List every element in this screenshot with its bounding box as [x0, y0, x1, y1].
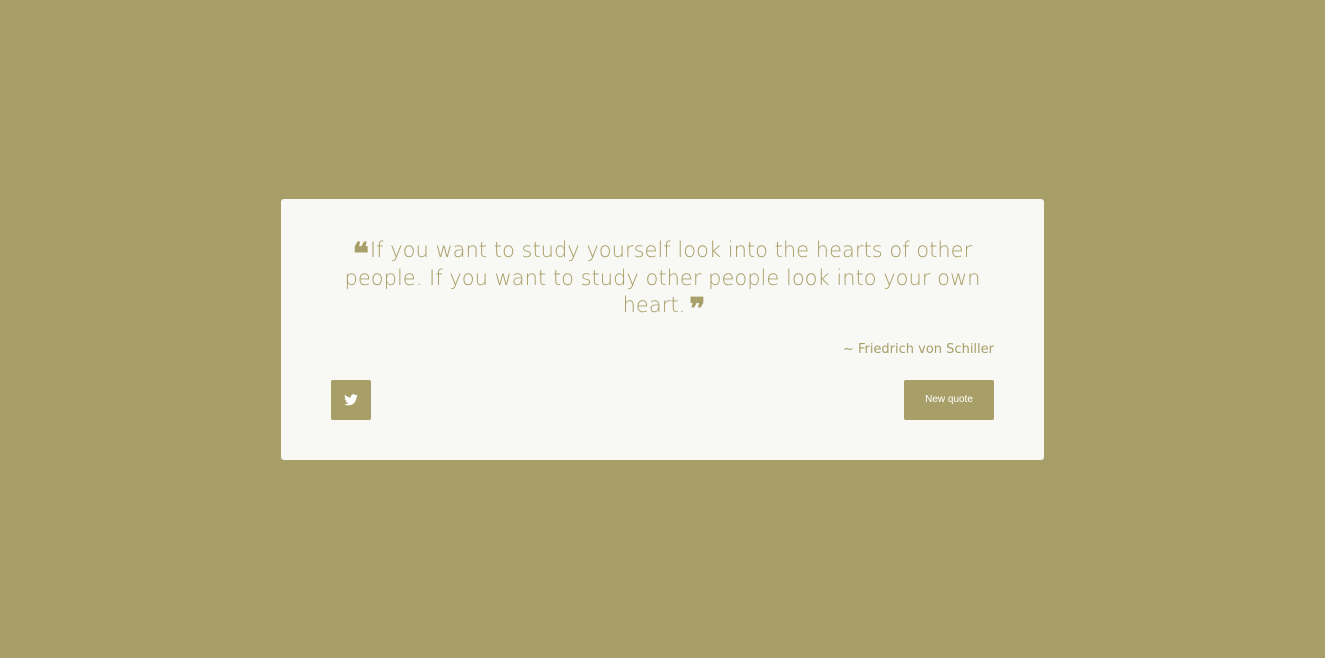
close-quote-icon: ❞ [689, 292, 705, 327]
quote-text: ❝ If you want to study yourself look into… [331, 237, 994, 327]
quote-card: ❝ If you want to study yourself look into… [281, 199, 1044, 460]
quote-body: If you want to study yourself look into … [344, 238, 981, 317]
open-quote-icon: ❝ [352, 237, 369, 272]
quote-author: ~ Friedrich von Schiller [842, 342, 994, 357]
tweet-quote-button[interactable] [331, 380, 371, 420]
twitter-icon [344, 394, 358, 406]
new-quote-button[interactable]: New quote [904, 380, 994, 420]
